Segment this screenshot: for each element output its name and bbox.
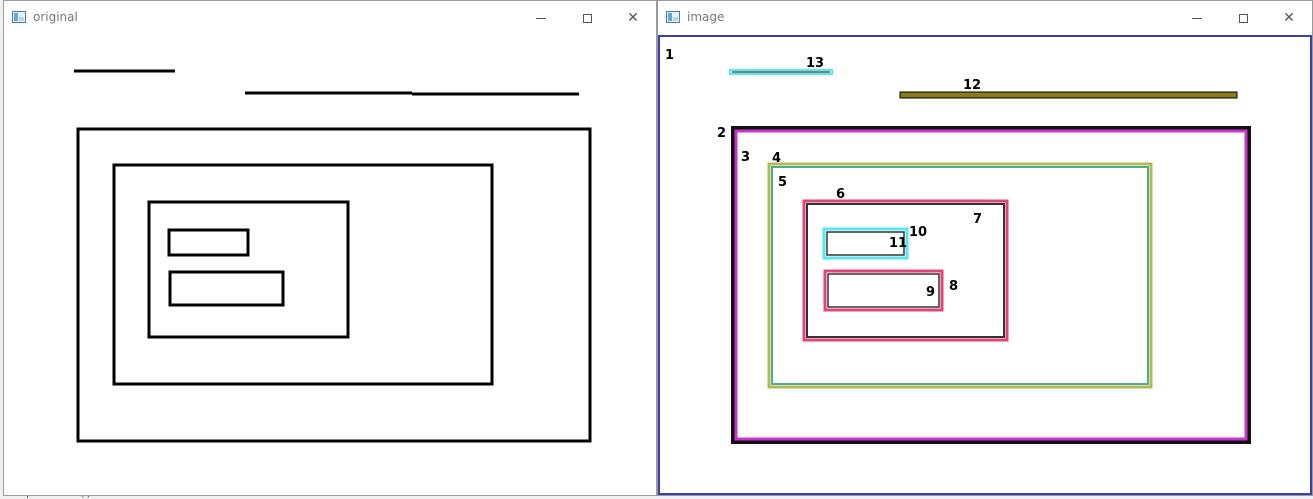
inner-rectangle — [147, 200, 350, 339]
label-5: 5 — [778, 175, 787, 190]
maximize-button[interactable] — [1220, 1, 1266, 35]
label-7: 7 — [973, 212, 982, 227]
contour-12 — [899, 91, 1238, 99]
label-8: 8 — [949, 279, 958, 294]
label-11: 11 — [889, 236, 907, 251]
label-12: 12 — [963, 78, 981, 93]
maximize-icon — [582, 13, 592, 23]
minimize-button[interactable] — [1174, 1, 1220, 35]
titlebar-image[interactable]: image ✕ — [658, 1, 1312, 35]
contour-3 — [734, 129, 1248, 441]
contour-9 — [827, 273, 940, 308]
label-13: 13 — [806, 56, 824, 71]
maximize-button[interactable] — [564, 1, 610, 35]
contour-8 — [823, 269, 944, 312]
small-rectangle-top — [167, 228, 250, 257]
label-2: 2 — [717, 126, 726, 141]
close-button[interactable]: ✕ — [1266, 1, 1312, 35]
window-title-image: image — [687, 10, 725, 24]
contour-drawing: 1 2 3 4 5 6 7 8 9 10 11 12 13 — [665, 48, 1251, 444]
original-drawing — [74, 69, 592, 443]
desktop: plt.show() original ✕ — [0, 0, 1313, 499]
window-app-icon — [12, 11, 26, 23]
outer-rectangle — [76, 127, 592, 443]
minimize-button[interactable] — [518, 1, 564, 35]
small-rectangle-bottom — [168, 270, 285, 307]
close-button[interactable]: ✕ — [610, 1, 656, 35]
close-icon: ✕ — [1283, 10, 1295, 26]
label-6: 6 — [836, 187, 845, 202]
label-1: 1 — [665, 48, 674, 63]
image-canvas-contours: 1 2 3 4 5 6 7 8 9 10 11 12 13 — [658, 35, 1312, 495]
contour-2 — [731, 126, 1251, 444]
label-3: 3 — [741, 150, 750, 165]
window-title-original: original — [33, 10, 78, 24]
label-9: 9 — [926, 285, 935, 300]
image-canvas-original — [4, 35, 656, 495]
window-original[interactable]: original ✕ — [3, 0, 657, 496]
maximize-icon — [1238, 13, 1248, 23]
window-image[interactable]: image ✕ 1 2 3 4 5 6 7 8 9 10 11 12 13 — [657, 0, 1313, 496]
label-10: 10 — [909, 225, 927, 240]
minimize-icon — [1192, 17, 1202, 19]
label-4: 4 — [772, 151, 781, 166]
minimize-icon — [536, 17, 546, 19]
window-app-icon — [666, 11, 680, 23]
titlebar-original[interactable]: original ✕ — [4, 1, 656, 36]
close-icon: ✕ — [627, 10, 639, 26]
